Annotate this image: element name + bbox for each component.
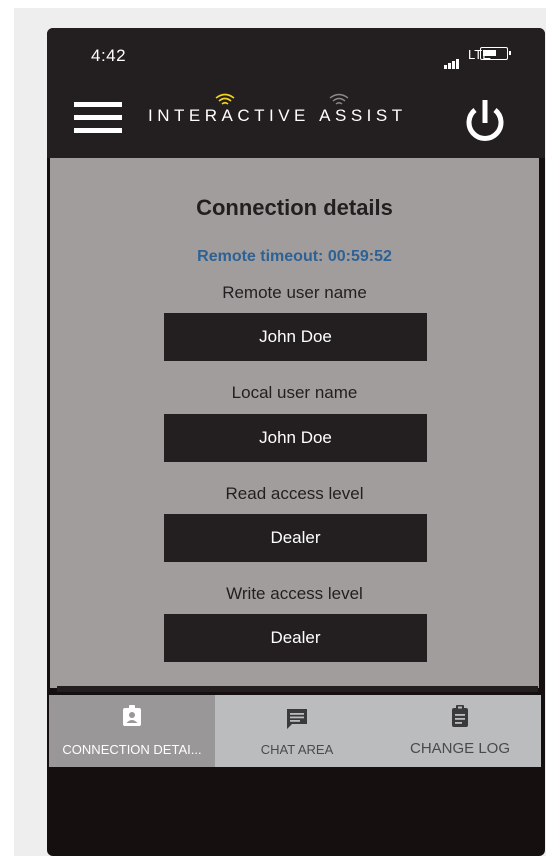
battery-icon	[480, 47, 511, 60]
remote-user-name-label: Remote user name	[222, 283, 367, 302]
tab-change-log-label: CHANGE LOG	[409, 740, 511, 757]
bottom-tab-bar: CONNECTION DETAI... CHAT AREA CHANGE LOG	[49, 695, 541, 767]
write-access-level-field: Dealer	[164, 614, 427, 662]
write-access-level-label: Write access level	[226, 584, 363, 603]
status-time: 4:42	[91, 46, 127, 65]
tab-connection-details[interactable]: CONNECTION DETAI...	[49, 695, 215, 767]
tab-change-log[interactable]: CHANGE LOG	[379, 695, 541, 767]
wifi-yellow-icon	[215, 93, 235, 105]
app-logo: INTERACTIVE ASSIST	[148, 106, 407, 126]
contact-card-icon	[123, 705, 141, 726]
remote-user-name-field: John Doe	[164, 313, 427, 361]
app-header: INTERACTIVE ASSIST	[47, 80, 545, 158]
hamburger-menu-icon[interactable]	[74, 102, 122, 136]
remote-timeout: Remote timeout: 00:59:52	[197, 248, 392, 265]
local-user-name-label: Local user name	[231, 383, 358, 402]
brand-right-text: ASSIST	[319, 106, 407, 125]
chat-bubble-icon	[287, 709, 307, 729]
connection-details-panel: Connection details Remote timeout: 00:59…	[50, 158, 539, 688]
power-icon[interactable]	[462, 98, 508, 144]
phone-screen: 4:42 LTE INTERACTIVE ASSIST Connection d…	[47, 28, 545, 856]
signal-strength-icon	[444, 51, 460, 69]
tab-chat-area[interactable]: CHAT AREA	[215, 695, 379, 767]
clipboard-icon	[452, 705, 468, 727]
tab-divider	[57, 686, 538, 692]
tab-connection-details-label: CONNECTION DETAI...	[62, 742, 202, 757]
screenshot-frame: 4:42 LTE INTERACTIVE ASSIST Connection d…	[14, 8, 546, 856]
brand-left-text: INTERACTIVE	[148, 106, 310, 125]
page-title: Connection details	[196, 195, 393, 220]
wifi-gray-icon	[329, 93, 349, 105]
tab-chat-area-label: CHAT AREA	[260, 742, 334, 757]
status-bar: 4:42 LTE	[47, 28, 545, 80]
local-user-name-field: John Doe	[164, 414, 427, 462]
read-access-level-label: Read access level	[225, 484, 364, 503]
read-access-level-field: Dealer	[164, 514, 427, 562]
